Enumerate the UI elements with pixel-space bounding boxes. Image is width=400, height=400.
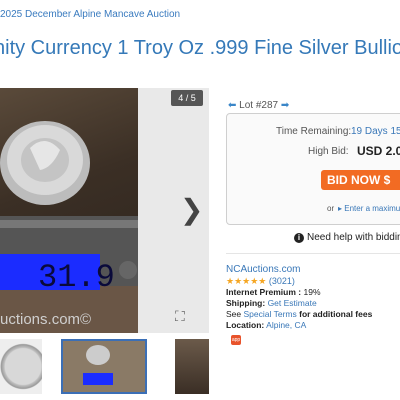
watermark: uctions.com© <box>0 311 91 328</box>
previous-lot-icon[interactable]: ⬅ <box>228 100 236 111</box>
bid-button-label: BID NOW $ <box>327 173 391 187</box>
main-photo[interactable]: 31.9 uctions.com© <box>0 88 138 333</box>
bid-now-button[interactable]: BID NOW $ <box>321 170 400 190</box>
terms-line: See Special Terms for additional fees <box>226 309 372 319</box>
location-value: Alpine, CA <box>266 320 307 330</box>
bidding-help-link[interactable]: i Need help with biddin <box>294 232 400 243</box>
premium-label: Internet Premium : <box>226 287 302 297</box>
location-line: Location: Alpine, CA <box>226 320 306 330</box>
seller-rating: ★★★★★ (3021) <box>226 276 295 287</box>
lot-navigation: ⬅ Lot #287 ➡ <box>228 100 289 111</box>
next-image-icon[interactable]: ❯ <box>180 196 203 224</box>
shipping-label: Shipping: <box>226 298 266 308</box>
image-gallery[interactable]: 31.9 uctions.com© <box>0 88 209 333</box>
enter-maximum-link[interactable]: ▸ Enter a maximum <box>338 204 400 213</box>
time-remaining-label: Time Remaining: <box>276 126 352 137</box>
image-counter: 4 / 5 <box>171 90 203 106</box>
divider <box>226 253 400 254</box>
fullscreen-icon[interactable]: ⛶ <box>175 308 185 325</box>
breadcrumb[interactable]: 2025 December Alpine Mancave Auction <box>0 9 180 20</box>
rating-count-link[interactable]: (3021) <box>269 276 295 286</box>
shipping-line: Shipping: Get Estimate <box>226 298 317 308</box>
premium-value: 19% <box>303 287 321 297</box>
lot-number: Lot #287 <box>239 100 279 111</box>
rating-stars: ★★★★★ <box>226 276 267 286</box>
time-remaining-value: 19 Days 15 <box>351 126 400 137</box>
special-terms-link[interactable]: Special Terms <box>244 309 297 319</box>
or-text: or <box>327 204 335 213</box>
page-title: nity Currency 1 Troy Oz .999 Fine Silver… <box>0 37 400 59</box>
app-badge-icon[interactable]: app <box>231 335 241 345</box>
high-bid-label: High Bid: <box>308 146 349 157</box>
info-icon: i <box>294 233 304 243</box>
thumbnail-2[interactable] <box>61 339 147 394</box>
internet-premium-line: Internet Premium : 19% <box>226 287 321 297</box>
location-label: Location: <box>226 320 265 330</box>
help-text: Need help with biddin <box>307 232 400 243</box>
next-lot-icon[interactable]: ➡ <box>281 100 289 111</box>
terms-suffix: for additional fees <box>299 309 373 319</box>
thumbnail-1[interactable] <box>0 339 42 394</box>
seller-name-link[interactable]: NCAuctions.com <box>226 264 300 275</box>
scale-reading: 31.9 <box>38 259 115 296</box>
thumbnail-3[interactable] <box>175 339 209 394</box>
shipping-estimate-link[interactable]: Get Estimate <box>268 298 317 308</box>
terms-prefix: See <box>226 309 242 319</box>
high-bid-value: USD 2.00 <box>357 144 400 158</box>
